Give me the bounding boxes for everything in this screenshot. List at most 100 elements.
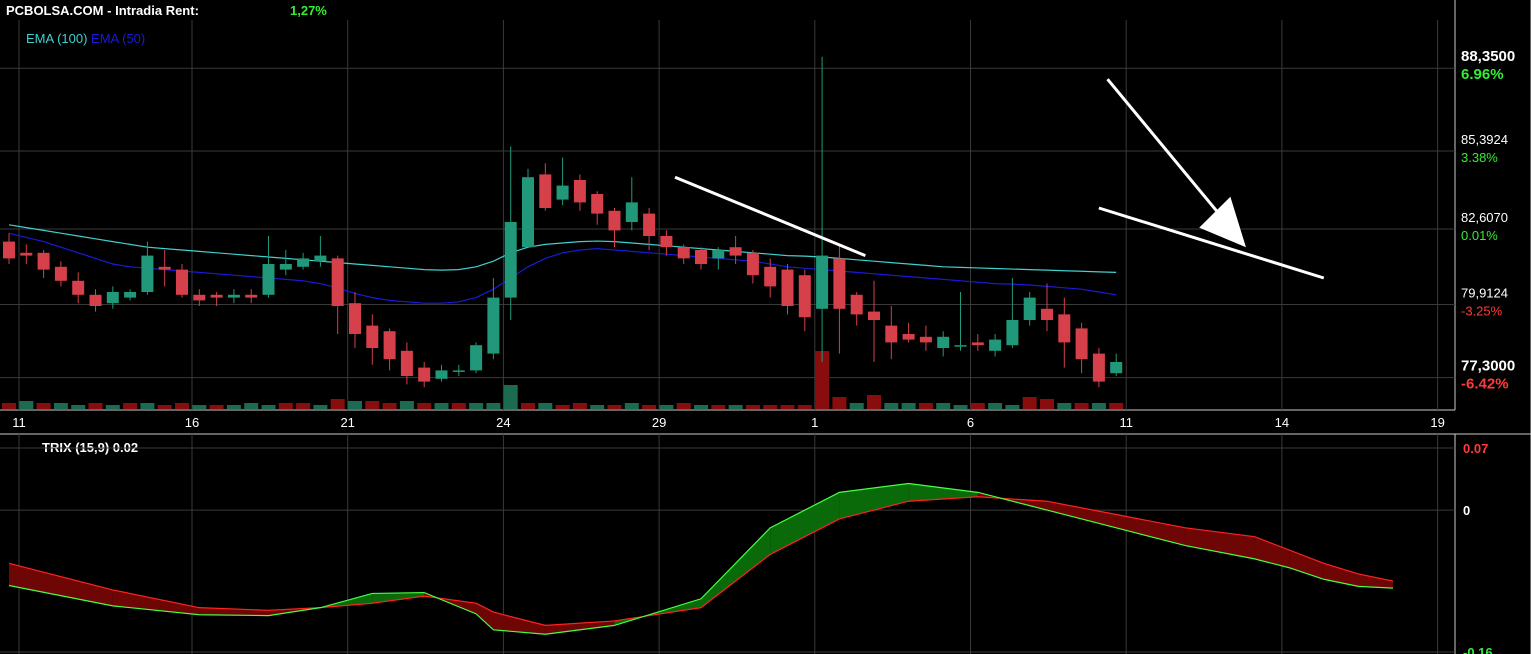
x-tick-label: 6 [967,415,974,430]
candle-body [1110,362,1123,374]
volume-bar [763,405,778,409]
candle-body [487,297,500,354]
price-tick-label: 77,3000 [1461,358,1515,375]
trix-fill-segment [839,483,909,519]
volume-bar [123,403,138,409]
x-tick-label: 14 [1275,415,1289,430]
trix-tick-label: -0.16 [1463,645,1493,654]
volume-bar [313,405,328,409]
candle-body [643,213,656,236]
trix-fill-segment [112,589,200,615]
candle-body [798,275,811,318]
volume-bar [555,405,570,409]
volume-bar [434,403,449,409]
volume-bar [296,403,311,409]
volume-bar [538,403,553,409]
candle-body [418,367,431,382]
candle-body [470,345,483,371]
candle-body [141,255,154,292]
candle-body [435,370,448,379]
price-tick-label: 82,6070 [1461,210,1508,225]
candle-body [72,280,85,295]
candle-body [902,334,915,340]
candle-body [539,174,552,208]
volume-bar [451,403,466,409]
candle-body [400,350,413,376]
x-tick-label: 16 [185,415,199,430]
volume-bar [694,405,708,409]
ema100-line [8,224,1117,273]
x-tick-label: 19 [1430,415,1444,430]
trix-fill-segment [1047,501,1117,528]
volume-bar [192,405,207,409]
candle-body [989,339,1002,351]
price-tick-label: 88,3500 [1461,48,1515,65]
volume-bar [1022,397,1037,409]
candle-body [781,269,794,306]
candle-body [1058,314,1071,343]
volume-bar [1109,403,1124,409]
candle-body [919,336,932,343]
candle-body [331,258,344,306]
volume-bar [1040,399,1054,409]
volume-bar [244,403,259,409]
candle-body [556,185,569,200]
candle-body [833,258,846,309]
candle-body [245,294,258,298]
volume-bar [572,403,587,409]
price-pct-label: -3.25% [1461,303,1503,318]
candle-body [1041,308,1053,320]
trix-tick-label: 0 [1463,503,1470,518]
candle-body [210,294,223,298]
candle-body [297,258,310,267]
arrow-shaft [1106,78,1225,221]
price-pct-label: -6.42% [1461,376,1509,393]
x-tick-label: 1 [811,415,818,430]
volume-bar [261,405,276,409]
candle-body [176,269,188,295]
candle-body [54,266,67,281]
trix-fill-segment [770,492,840,555]
volume-bar [140,403,155,409]
volume-bar [832,397,847,409]
candle-body [89,294,102,306]
trix-fill-segment [701,527,771,608]
price-pct-label: 3.38% [1461,150,1498,165]
candle-body [764,266,777,287]
volume-bar [780,405,795,409]
x-tick-label: 11 [12,415,26,430]
volume-bar [867,395,881,409]
price-pct-label: 0.01% [1461,228,1498,243]
candle-body [3,241,15,259]
volume-bar [607,405,622,409]
candle-body [504,222,517,298]
volume-bar [417,403,432,409]
candle-body [677,247,690,259]
volume-bar [209,405,224,409]
candle-body [522,177,534,248]
candle-body [383,331,396,360]
x-tick-label: 11 [1119,415,1133,430]
candle-body [452,370,465,372]
volume-bar [330,399,345,409]
volume-bar [988,403,1003,409]
volume-bar [521,403,535,409]
price-tick-label: 85,3924 [1461,132,1508,147]
candle-body [695,250,707,264]
candle-body [20,252,33,256]
ema50-line [8,232,1117,304]
volume-bar [71,405,86,409]
volume-bar [970,403,985,409]
volume-bar [469,403,484,409]
volume-bar [278,403,293,409]
volume-bar [1074,403,1089,409]
candle-body [1075,328,1088,360]
volume-bar [88,403,103,409]
volume-bar [676,403,691,409]
candle-body [868,311,880,320]
volume-bar [399,401,414,409]
candle-body [885,325,898,343]
volume-bar [53,403,68,409]
trix-fill-segment [9,563,113,606]
volume-bar [19,401,34,409]
